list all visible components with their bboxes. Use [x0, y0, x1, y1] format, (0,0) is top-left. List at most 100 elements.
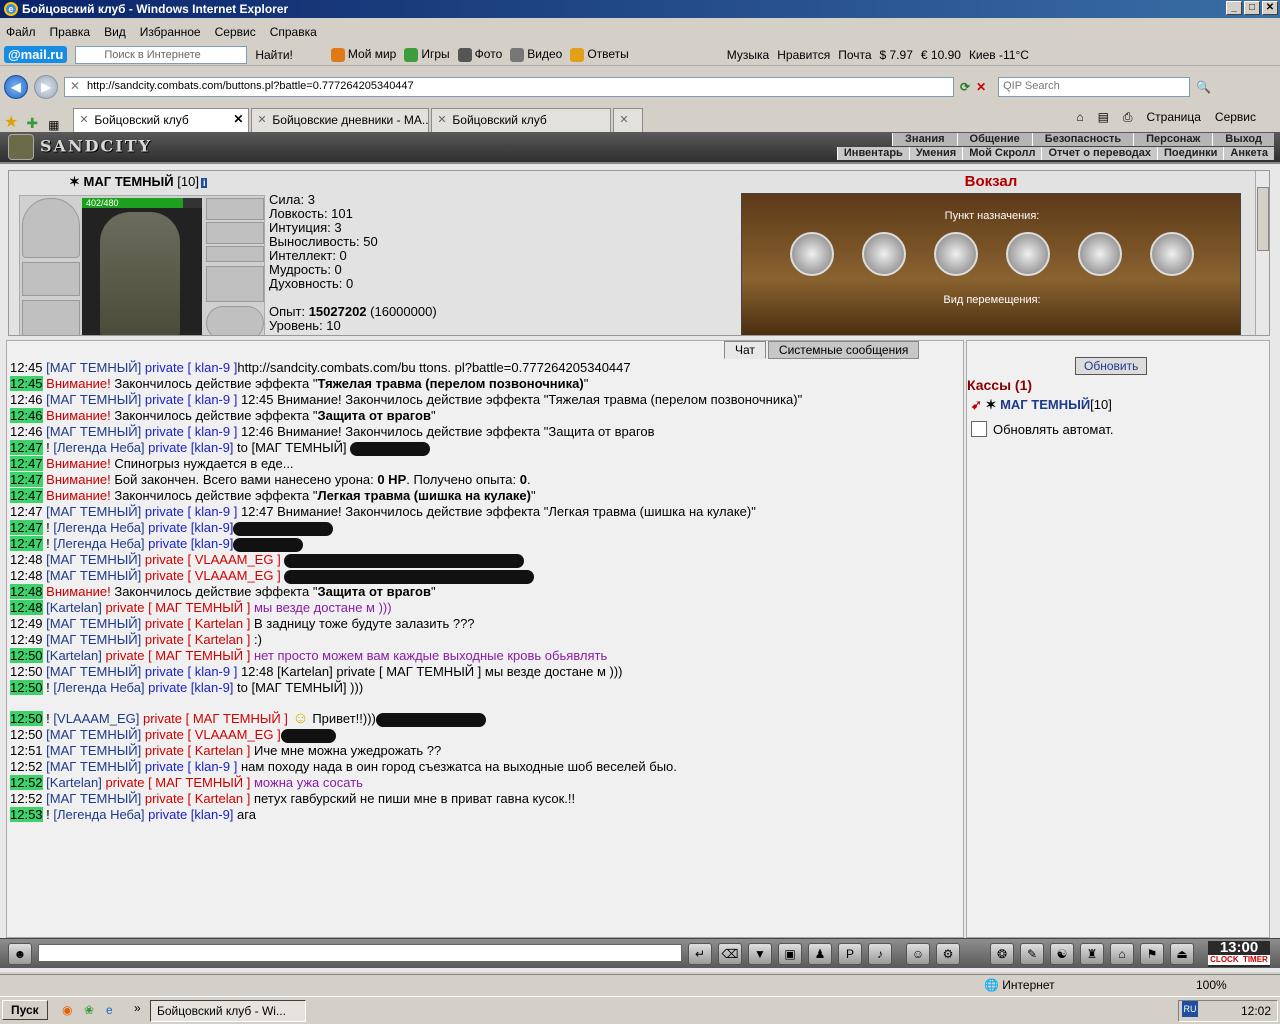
start-button[interactable]: Пуск — [2, 1000, 48, 1020]
menu-favorites[interactable]: Избранное — [140, 25, 201, 39]
sender-name[interactable]: [МАГ ТЕМНЫЙ] — [46, 791, 141, 806]
menu-edit[interactable]: Правка — [50, 25, 91, 39]
shop-icon[interactable]: ⌂ — [1110, 943, 1134, 965]
maximize-button[interactable]: □ — [1244, 1, 1260, 15]
message-time[interactable]: 12:45 — [10, 376, 43, 391]
message-time[interactable]: 12:52 — [10, 791, 43, 806]
menu-tools[interactable]: Сервис — [215, 25, 256, 39]
person-icon[interactable]: ♟ — [808, 943, 832, 965]
private-recipient[interactable]: private [ klan-9 ] — [141, 392, 238, 407]
message-time[interactable]: 12:46 — [10, 408, 43, 423]
kassa-user-name[interactable]: МАГ ТЕМНЫЙ — [1000, 397, 1090, 412]
quicklaunch-icon[interactable]: ❀ — [84, 1003, 94, 1017]
new-tab-button[interactable] — [613, 108, 644, 132]
private-recipient[interactable]: private [ klan-9 ] — [141, 664, 238, 679]
toolbar-link-photo[interactable]: Фото — [457, 47, 502, 62]
sender-name[interactable]: [МАГ ТЕМНЫЙ] — [46, 552, 141, 567]
sender-name[interactable]: [Легенда Неба] — [53, 520, 144, 535]
tab-fight-club-1[interactable]: Бойцовский клуб ✕ — [73, 108, 250, 132]
message-time[interactable]: 12:52 — [10, 759, 43, 774]
amulet-slot[interactable] — [206, 222, 264, 244]
save-icon[interactable]: ▣ — [778, 943, 802, 965]
stop-icon[interactable]: ✕ — [976, 80, 986, 94]
destination-emblem-icon[interactable] — [934, 232, 978, 276]
message-time[interactable]: 12:47 — [10, 520, 43, 535]
qip-search-input[interactable]: QIP Search — [998, 77, 1191, 97]
message-time[interactable]: 12:50 — [10, 727, 43, 742]
favorites-star-icon[interactable]: ★ — [4, 112, 18, 132]
mailru-search-input[interactable]: Поиск в Интернете — [75, 45, 248, 64]
sender-name[interactable]: [МАГ ТЕМНЫЙ] — [46, 392, 141, 407]
nav-inventory[interactable]: Инвентарь — [836, 147, 909, 160]
private-recipient[interactable]: private [klan-9] — [145, 807, 233, 822]
message-time[interactable]: 12:49 — [10, 616, 43, 631]
private-icon[interactable]: P — [838, 943, 862, 965]
flag-icon[interactable]: ⚑ — [1140, 943, 1164, 965]
private-recipient[interactable]: private [ klan-9 ] — [141, 360, 238, 375]
private-recipient[interactable]: private [ Kartelan ] — [141, 791, 251, 806]
taskbar-task[interactable]: Бойцовский клуб - Wi... — [150, 1000, 306, 1022]
sender-name[interactable]: [МАГ ТЕМНЫЙ] — [46, 424, 141, 439]
private-recipient[interactable]: private [klan-9] — [145, 440, 233, 455]
message-time[interactable]: 12:53 — [10, 807, 43, 822]
message-time[interactable]: 12:52 — [10, 775, 43, 790]
zoom-level[interactable]: 100% — [1196, 978, 1227, 992]
shield-slot[interactable] — [206, 306, 264, 335]
sender-name[interactable]: [Легенда Неба] — [53, 536, 144, 551]
private-recipient[interactable]: private [ МАГ ТЕМНЫЙ ] — [102, 648, 250, 663]
private-recipient[interactable]: private [ klan-9 ] — [141, 504, 238, 519]
exit-icon[interactable]: ⏏ — [1170, 943, 1194, 965]
rune-slot[interactable] — [206, 198, 264, 220]
tab-chat[interactable]: Чат — [724, 341, 766, 359]
destination-emblem-icon[interactable] — [1078, 232, 1122, 276]
message-time[interactable]: 12:47 — [10, 472, 43, 487]
sender-name[interactable]: [Kartelan] — [46, 648, 102, 663]
sender-name[interactable]: [МАГ ТЕМНЫЙ] — [46, 360, 141, 375]
private-recipient[interactable]: private [ МАГ ТЕМНЫЙ ] — [139, 711, 288, 726]
bracers-slot[interactable] — [22, 262, 80, 296]
nav-transfer-report[interactable]: Отчет о переводах — [1041, 147, 1157, 160]
panel-scrollbar[interactable] — [1255, 171, 1269, 335]
message-time[interactable]: 12:50 — [10, 680, 43, 695]
refresh-button[interactable]: Обновить — [1075, 357, 1148, 375]
clock-label[interactable]: CLOCK — [1208, 955, 1241, 965]
sender-name[interactable]: [Легенда Неба] — [53, 807, 144, 822]
message-time[interactable]: 12:48 — [10, 600, 43, 615]
toolbar-link-myworld[interactable]: Мой мир — [330, 47, 396, 62]
toolbar-music[interactable]: Музыка — [727, 48, 769, 62]
sender-name[interactable]: [Легенда Неба] — [53, 680, 144, 695]
search-icon[interactable]: 🔍 — [1196, 80, 1211, 94]
home-icon[interactable]: ⌂ — [1076, 110, 1083, 125]
chat-input[interactable] — [38, 944, 682, 962]
sender-name[interactable]: [МАГ ТЕМНЫЙ] — [46, 568, 141, 583]
private-recipient[interactable]: private [ VLAAAM_EG ] — [141, 568, 281, 583]
info-icon[interactable]: i — [200, 178, 208, 188]
message-time[interactable]: 12:46 — [10, 424, 43, 439]
toolbar-mail[interactable]: Почта — [838, 48, 871, 62]
nav-my-scroll[interactable]: Мой Скролл — [962, 147, 1041, 160]
message-time[interactable]: 12:48 — [10, 568, 43, 583]
message-time[interactable]: 12:47 — [10, 504, 43, 519]
toolbar-link-games[interactable]: Игры — [404, 47, 450, 62]
scroll-icon[interactable]: ✎ — [1020, 943, 1044, 965]
nav-security[interactable]: Безопасность — [1031, 133, 1133, 146]
message-time[interactable]: 12:47 — [10, 536, 43, 551]
nav-communication[interactable]: Общение — [956, 133, 1032, 146]
private-recipient[interactable]: private [ Kartelan ] — [141, 743, 251, 758]
private-recipient[interactable]: private [ Kartelan ] — [141, 632, 251, 647]
sender-name[interactable]: [МАГ ТЕМНЫЙ] — [46, 664, 141, 679]
private-recipient[interactable]: private [klan-9] — [145, 520, 233, 535]
message-time[interactable]: 12:48 — [10, 584, 43, 599]
timer-label[interactable]: TIMER — [1240, 955, 1270, 965]
address-input[interactable]: http://sandcity.combats.com/buttons.pl?b… — [64, 77, 954, 97]
private-recipient[interactable]: private [ VLAAAM_EG ] — [141, 727, 281, 742]
kassa-user[interactable]: ➹ ✶ МАГ ТЕМНЫЙ[10] — [971, 397, 1112, 413]
toolbar-link-answers[interactable]: Ответы — [570, 47, 629, 62]
feeds-icon[interactable]: ▤ — [1098, 110, 1109, 125]
private-recipient[interactable]: private [ МАГ ТЕМНЫЙ ] — [102, 600, 250, 615]
smiley-icon[interactable]: ☺ — [906, 943, 930, 965]
sender-name[interactable]: [МАГ ТЕМНЫЙ] — [46, 632, 141, 647]
quicklaunch-ie-icon[interactable]: e — [106, 1003, 113, 1017]
weapon-slot[interactable] — [22, 300, 80, 335]
send-button[interactable]: ↵ — [688, 943, 712, 965]
